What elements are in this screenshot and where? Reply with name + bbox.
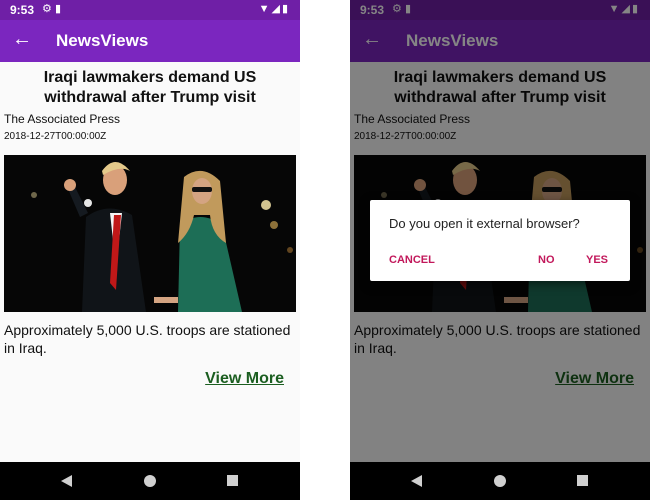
app-title: NewsViews [56,31,149,50]
system-nav-bar [350,462,650,500]
phone-screen-article: 9:53 ⚙ ▮ ▼◢▮ ← NewsViews Iraqi lawmakers… [0,0,300,500]
nav-recents-icon[interactable] [577,475,588,486]
article-content: Iraqi lawmakers demand US withdrawal aft… [0,62,300,462]
external-browser-dialog: Do you open it external browser? CANCEL … [370,200,630,281]
sd-card-icon: ▮ [54,3,61,15]
nav-home-icon[interactable] [144,475,156,487]
view-more-link[interactable]: View More [205,370,284,388]
article-summary: Approximately 5,000 U.S. troops are stat… [4,322,291,356]
article-source: The Associated Press [4,112,121,126]
settings-icon: ⚙ [42,3,52,15]
yes-button[interactable]: YES [586,254,608,266]
battery-icon: ▮ [281,3,290,15]
nav-back-icon[interactable] [61,475,72,487]
app-bar: ← NewsViews [0,20,300,62]
article-date: 2018-12-27T00:00:00Z [4,131,107,142]
nav-recents-icon[interactable] [227,475,238,486]
back-arrow-icon[interactable]: ← [12,28,32,51]
system-nav-bar [0,462,300,500]
status-time: 9:53 [10,3,35,17]
article-photo [4,155,296,312]
signal-icon: ◢ [271,3,282,15]
status-bar: 9:53 ⚙ ▮ ▼◢▮ [0,0,300,20]
nav-home-icon[interactable] [494,475,506,487]
article-title: Iraqi lawmakers demand US withdrawal aft… [43,69,257,106]
nav-back-icon[interactable] [411,475,422,487]
wifi-icon: ▼ [258,3,272,15]
cancel-button[interactable]: CANCEL [389,254,435,266]
no-button[interactable]: NO [538,254,555,266]
dialog-message: Do you open it external browser? [389,216,580,231]
phone-screen-dialog: 9:53 ⚙ ▮ ▼◢▮ ← NewsViews Iraqi lawmakers… [350,0,650,500]
